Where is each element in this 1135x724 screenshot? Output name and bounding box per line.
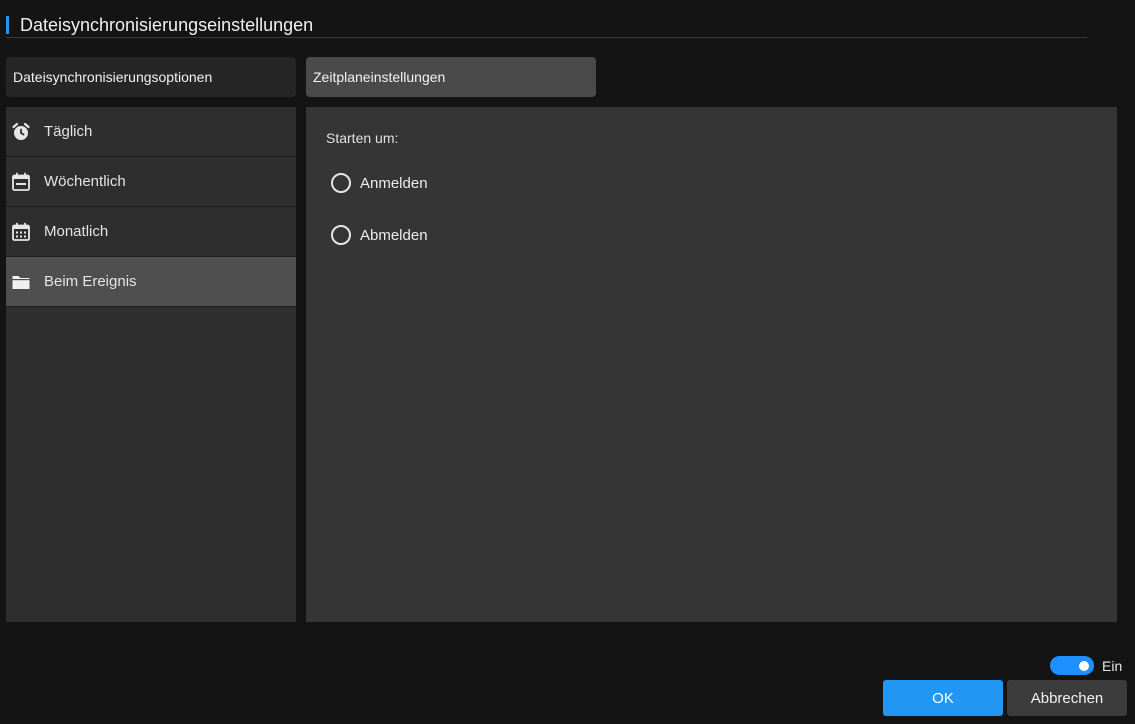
tab-schedule-settings[interactable]: Zeitplaneinstellungen [306, 57, 596, 97]
radio-circle[interactable] [331, 225, 351, 245]
calendar-month-icon [10, 221, 32, 243]
radio-circle[interactable] [331, 173, 351, 193]
sidebar-item-label: Monatlich [44, 223, 109, 240]
toggle-knob [1079, 660, 1089, 671]
ok-button[interactable]: OK [883, 680, 1003, 716]
start-at-label: Starten um: [326, 130, 399, 146]
title-divider [6, 37, 1087, 38]
alarm-clock-icon [10, 121, 32, 143]
title-accent-bar [6, 16, 9, 34]
dialog-title: Dateisynchronisierungseinstellungen [20, 14, 314, 35]
calendar-week-icon [10, 171, 32, 193]
enable-toggle[interactable] [1050, 656, 1094, 675]
toggle-label: Ein [1102, 657, 1123, 674]
tab-sync-options[interactable]: Dateisynchronisierungsoptionen [6, 57, 296, 97]
radio-logout[interactable]: Abmelden [331, 225, 428, 245]
sidebar-item-monthly[interactable]: Monatlich [6, 207, 296, 257]
radio-label: Anmelden [360, 174, 428, 192]
sidebar-item-daily[interactable]: Täglich [6, 107, 296, 157]
dialog-header: Dateisynchronisierungseinstellungen [6, 14, 313, 36]
folder-icon [10, 271, 32, 293]
sidebar-item-weekly[interactable]: Wöchentlich [6, 157, 296, 207]
schedule-sidebar: Täglich Wöchentlich Monatlich Beim Ereig… [6, 107, 296, 622]
sync-settings-dialog: Dateisynchronisierungseinstellungen Date… [0, 0, 1135, 724]
enable-toggle-group: Ein [1050, 656, 1122, 675]
radio-label: Abmelden [360, 226, 428, 244]
cancel-button[interactable]: Abbrechen [1007, 680, 1127, 716]
sidebar-item-label: Beim Ereignis [44, 273, 137, 290]
sidebar-item-on-event[interactable]: Beim Ereignis [6, 257, 296, 307]
schedule-panel: Starten um: Anmelden Abmelden [306, 107, 1117, 622]
sidebar-item-label: Täglich [44, 123, 93, 140]
sidebar-item-label: Wöchentlich [44, 173, 126, 190]
radio-login[interactable]: Anmelden [331, 173, 428, 193]
